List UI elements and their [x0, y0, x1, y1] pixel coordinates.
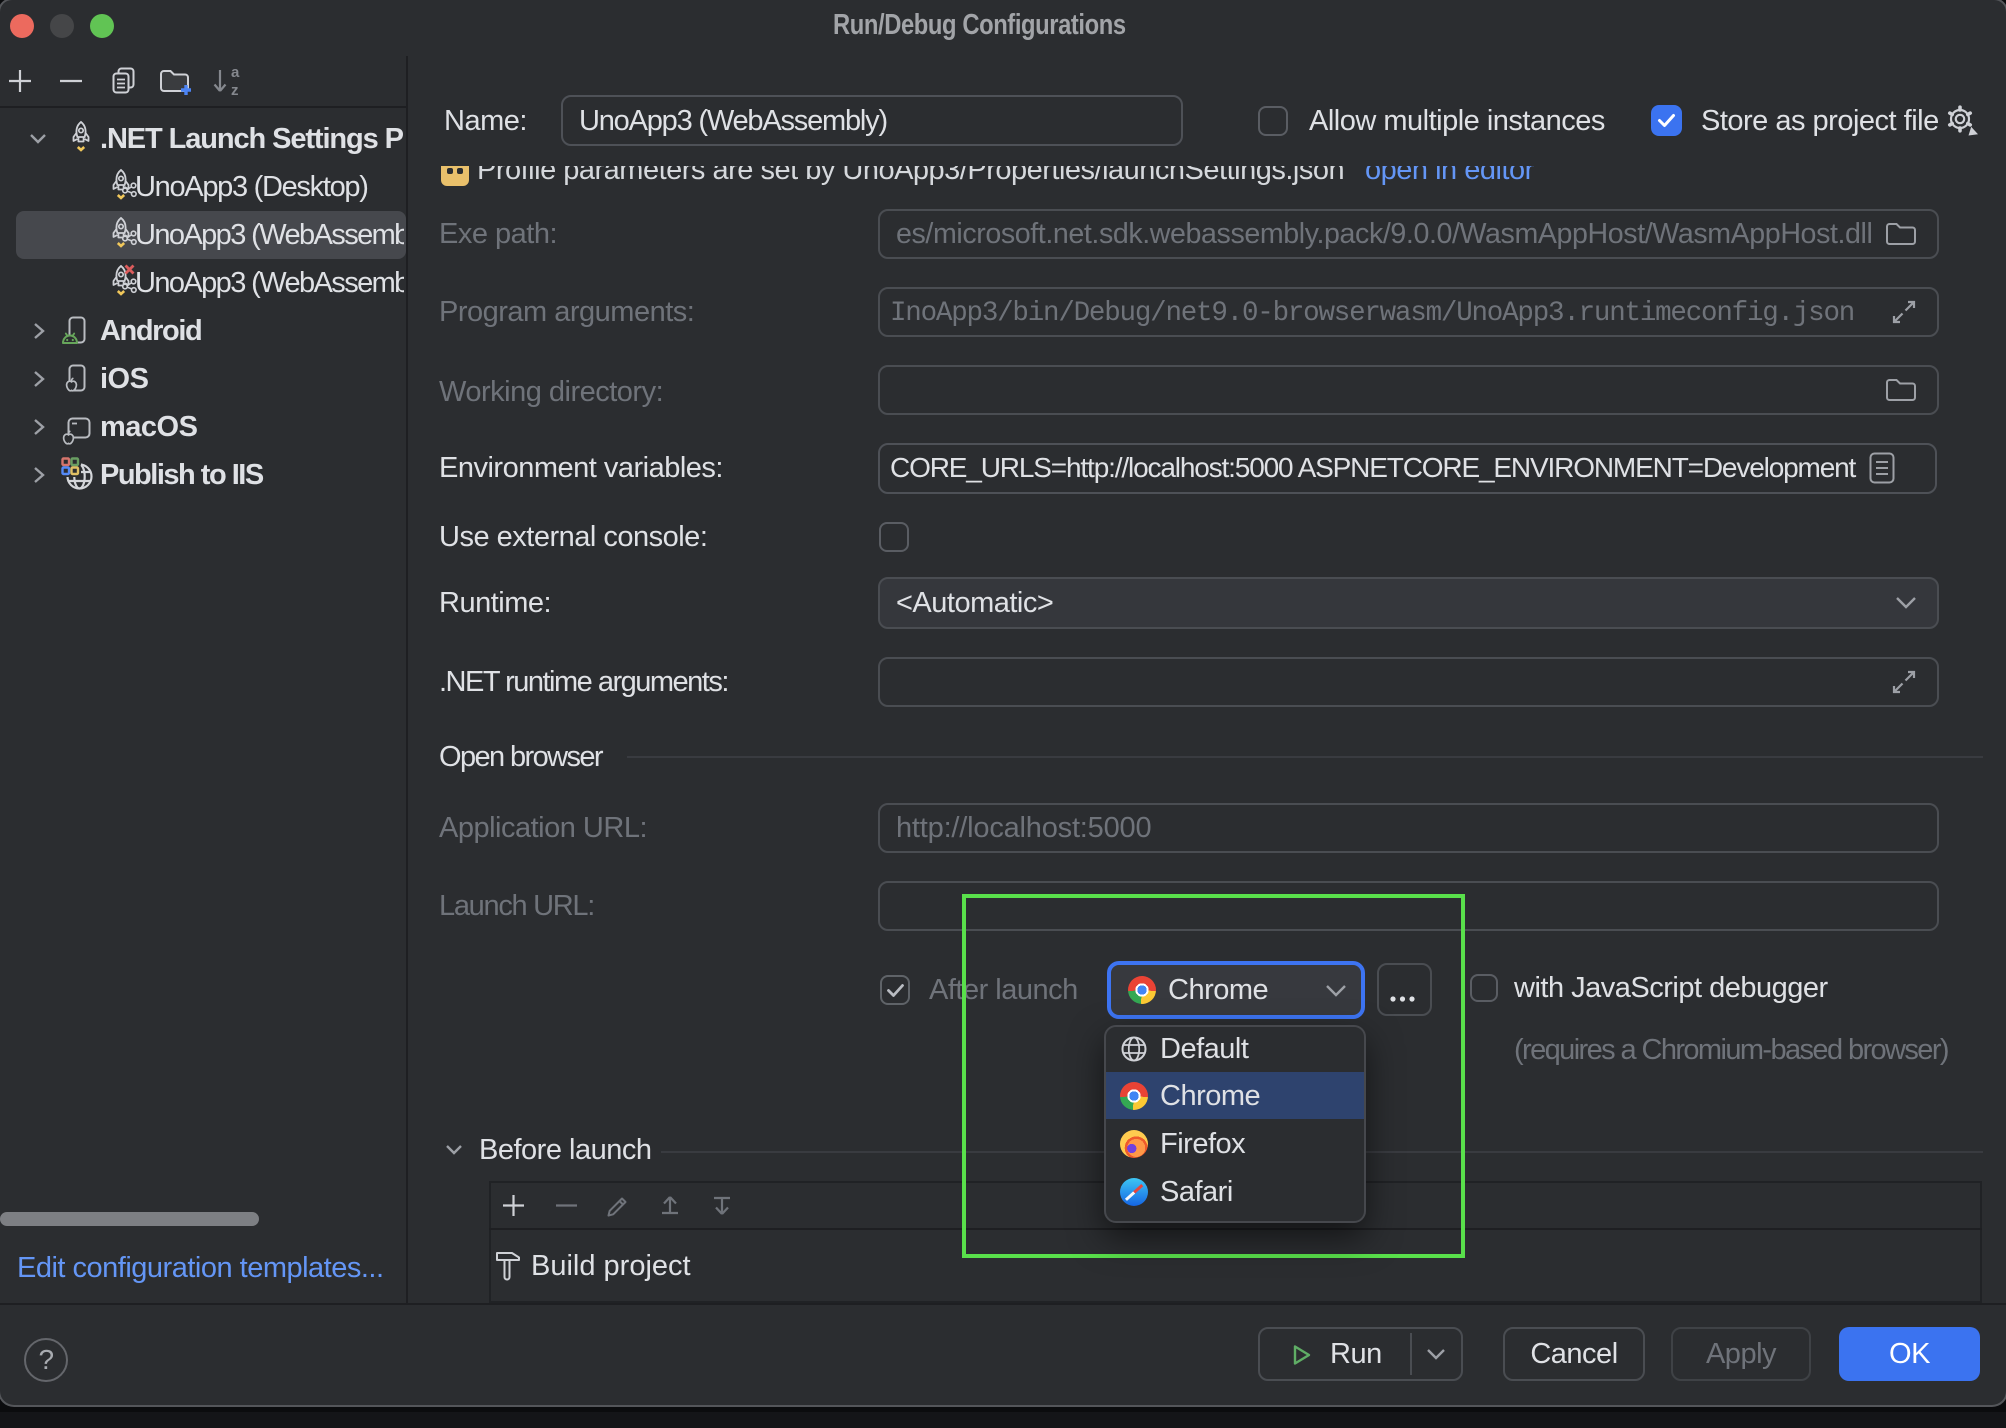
svg-text:z: z [231, 82, 239, 98]
svg-text:a: a [231, 64, 240, 81]
